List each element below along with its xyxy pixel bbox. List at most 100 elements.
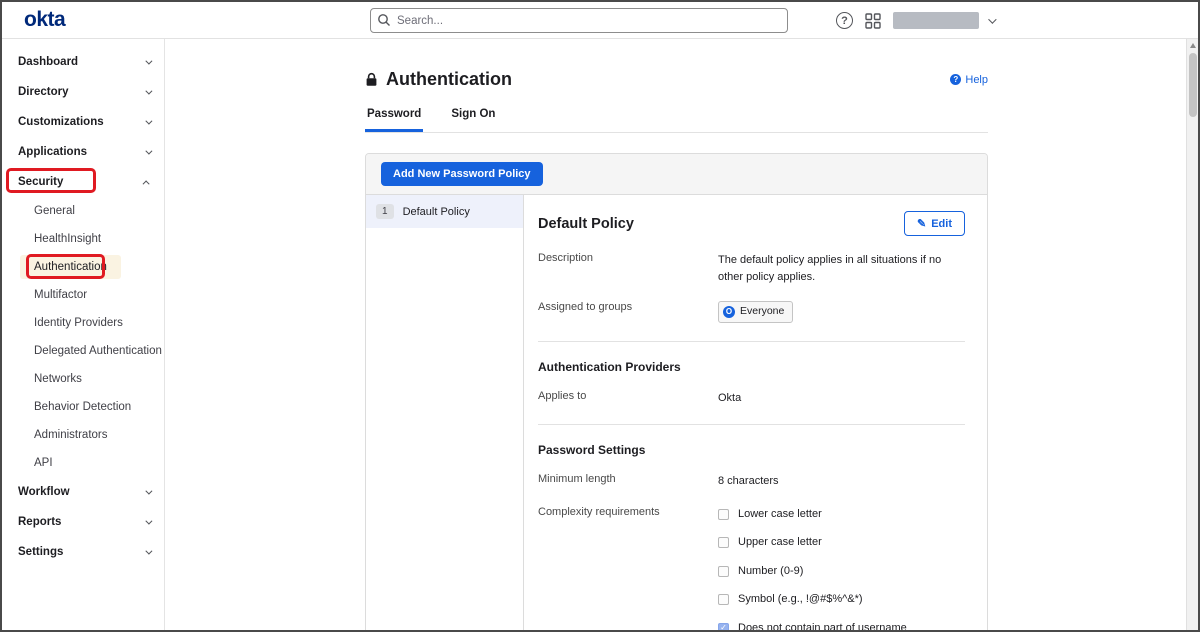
sidebar-item-api[interactable]: API [2,449,164,477]
add-password-policy-button[interactable]: Add New Password Policy [381,162,543,186]
search-input[interactable] [370,8,788,33]
sidebar-item-identity-providers[interactable]: Identity Providers [2,309,164,337]
help-link[interactable]: ? Help [950,74,988,86]
sidebar-item-customizations[interactable]: Customizations [2,107,164,137]
chevron-down-icon [145,547,153,555]
main-content: Authentication ? Help Password Sign On A… [165,39,1198,630]
scrollbar-up-arrow[interactable] [1190,43,1196,48]
search-icon [378,14,390,26]
field-label: Description [538,252,594,264]
group-pill-label: Everyone [740,305,785,317]
scrollbar-thumb[interactable] [1188,53,1197,117]
checkbox-row: Number (0-9) [718,563,965,580]
sidebar-item-behavior-detection[interactable]: Behavior Detection [2,393,164,421]
sidebar-item-label: HealthInsight [34,233,102,245]
chevron-down-icon [988,14,997,24]
chevron-down-icon [145,57,153,65]
checkbox-label: Does not contain part of username [738,621,907,630]
apps-grid-icon[interactable] [865,12,881,29]
help-link-label: Help [965,73,988,86]
sidebar-item-applications[interactable]: Applications [2,137,164,167]
section-heading-authentication-providers: Authentication Providers [538,359,681,374]
sidebar-item-label: Reports [18,516,62,528]
sidebar-item-delegated-authentication[interactable]: Delegated Authentication [2,337,164,365]
field-label: Applies to [538,389,587,402]
checkbox-label: Upper case letter [738,536,822,549]
sidebar-item-label: Settings [18,546,64,558]
checkbox-upper-case[interactable] [718,537,729,548]
checkbox-label: Lower case letter [738,507,822,520]
okta-logo[interactable]: okta [24,8,66,32]
help-badge-icon: ? [950,74,962,85]
field-label: Minimum length [538,473,616,486]
sidebar-item-administrators[interactable]: Administrators [2,421,164,449]
help-icon[interactable]: ? [836,12,853,29]
sidebar-item-networks[interactable]: Networks [2,365,164,393]
field-label: Assigned to groups [538,301,633,313]
field-value: Okta [718,391,742,404]
policy-detail-panel: Default Policy ✎ Edit Description The de… [524,195,987,630]
policy-name: Default Policy [402,205,470,218]
scrollbar[interactable] [1186,39,1198,630]
sidebar-item-label: Workflow [18,486,70,498]
sidebar-item-label: Directory [18,86,69,98]
sidebar-item-label: General [34,205,75,217]
policy-priority-badge: 1 [376,204,394,219]
sidebar-item-dashboard[interactable]: Dashboard [2,47,164,77]
global-search [370,8,788,33]
user-menu[interactable] [893,12,997,29]
section-heading-password-settings: Password Settings [538,443,646,458]
sidebar-item-multifactor[interactable]: Multifactor [2,281,164,309]
sidebar-item-workflow[interactable]: Workflow [2,477,164,507]
user-name-redacted [893,12,979,29]
sidebar-item-general[interactable]: General [2,197,164,225]
sidebar-item-label: Multifactor [34,289,88,301]
group-pill-everyone[interactable]: Everyone [718,301,794,323]
tab-password[interactable]: Password [365,108,424,132]
checkbox-row: Does not contain part of username [718,620,965,630]
divider [538,340,965,342]
checkbox-no-username-part[interactable] [718,622,729,630]
sidebar-item-label: Authentication [20,255,121,279]
pencil-icon: ✎ [917,218,927,230]
sidebar-item-reports[interactable]: Reports [2,507,164,537]
sidebar-item-healthinsight[interactable]: HealthInsight [2,225,164,253]
sidebar-item-label: Customizations [18,116,104,128]
edit-button[interactable]: ✎ Edit [904,211,965,236]
chevron-down-icon [145,87,153,95]
sidebar-item-label: Dashboard [18,56,79,68]
password-policy-card: Add New Password Policy 1 Default Policy… [365,153,988,630]
field-value: 8 characters [718,475,779,488]
topbar-actions: ? [836,2,997,39]
assigned-groups-row: Assigned to groups Everyone [538,301,965,323]
checkbox-row: Lower case letter [718,506,965,523]
lock-icon [366,72,377,86]
sidebar-item-label: Applications [18,146,88,158]
sidebar-item-label: Administrators [34,429,108,441]
sidebar-item-authentication[interactable]: Authentication [2,253,164,281]
sidebar-item-label: Delegated Authentication [34,345,162,357]
minimum-length-row: Minimum length 8 characters [538,473,965,490]
chevron-up-icon [142,179,150,187]
sidebar-item-settings[interactable]: Settings [2,537,164,567]
sidebar-item-label: Security [18,176,64,188]
tab-sign-on[interactable]: Sign On [449,108,497,132]
policy-detail-title: Default Policy [538,215,634,232]
description-row: Description The default policy applies i… [538,252,965,285]
policy-list-item[interactable]: 1 Default Policy [366,195,523,228]
checkbox-row: Symbol (e.g., !@#$%^&*) [718,591,965,608]
checkbox-lower-case[interactable] [718,508,729,520]
divider [538,424,965,426]
checkbox-row: Upper case letter [718,534,965,551]
sidebar-item-directory[interactable]: Directory [2,77,164,107]
page-title-text: Authentication [386,69,512,89]
chevron-down-icon [145,117,153,125]
sidebar-item-security[interactable]: Security [2,167,164,197]
tab-bar: Password Sign On [365,108,988,133]
checkbox-label: Symbol (e.g., !@#$%^&*) [738,593,863,606]
checkbox-label: Number (0-9) [738,564,804,577]
okta-group-icon [723,305,735,318]
checkbox-number[interactable] [718,565,729,577]
app-window: okta ? Dashboard Directory [0,0,1200,632]
checkbox-symbol[interactable] [718,594,729,605]
